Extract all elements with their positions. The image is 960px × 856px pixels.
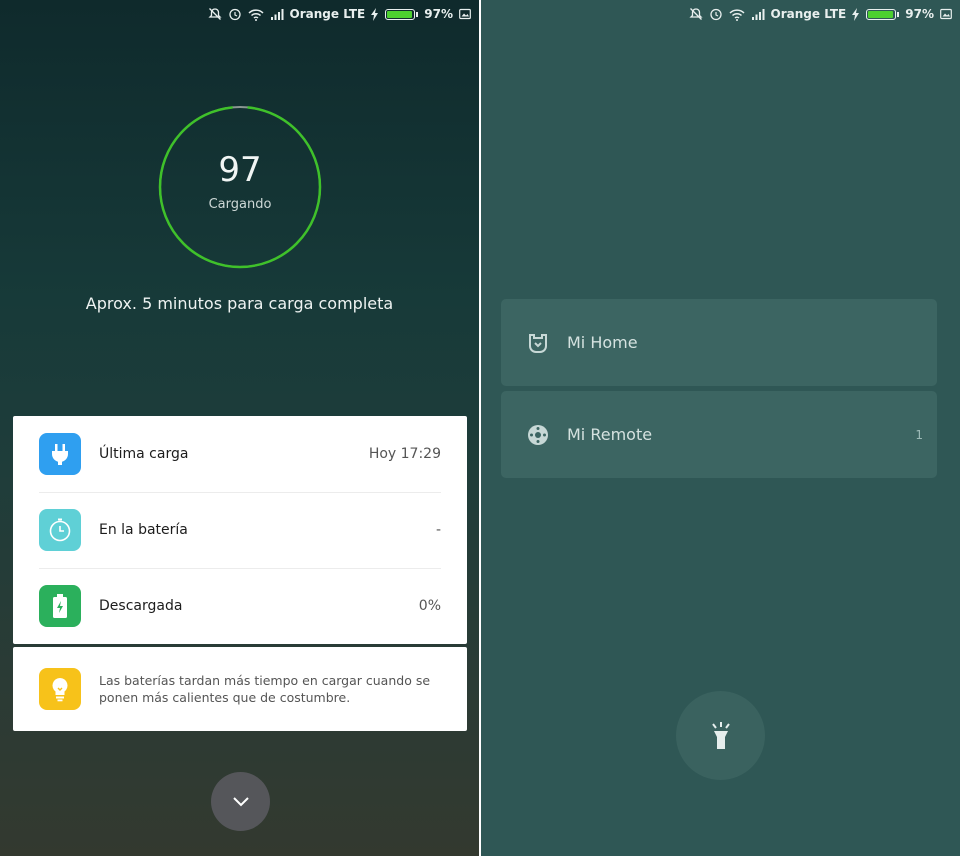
- timer-icon: [39, 509, 81, 551]
- shortcut-label: Mi Remote: [567, 425, 653, 444]
- shortcut-mi-home[interactable]: Mi Home: [501, 299, 937, 386]
- charging-screen: Orange LTE 97% 97 Cargando Aprox. 5 minu…: [0, 0, 479, 856]
- battery-icon: [39, 585, 81, 627]
- charging-bolt-icon: [852, 7, 860, 21]
- chevron-down-icon: [232, 796, 249, 806]
- info-label: Descargada: [99, 598, 183, 614]
- alarm-icon: [709, 8, 722, 21]
- status-bar: Orange LTE 97%: [481, 0, 960, 28]
- tip-text: Las baterías tardan más tiempo en cargar…: [99, 673, 431, 705]
- mute-icon: [207, 8, 222, 20]
- charge-status: Cargando: [208, 197, 272, 212]
- mi-remote-icon: [527, 424, 549, 446]
- battery-percent: 97%: [905, 7, 934, 21]
- lockscreen-shortcuts-screen: Orange LTE 97% Mi Home Mi Remote 1: [481, 0, 960, 856]
- battery-indicator: [866, 8, 900, 20]
- battery-indicator: [385, 8, 419, 20]
- signal-icon: [751, 9, 765, 20]
- info-label: En la batería: [99, 522, 188, 538]
- mute-icon: [688, 8, 703, 20]
- signal-icon: [270, 9, 284, 20]
- carrier-label: Orange LTE: [770, 7, 847, 21]
- carrier-label: Orange LTE: [289, 7, 366, 21]
- mi-home-icon: [527, 332, 549, 354]
- info-value: -: [435, 522, 441, 538]
- info-label: Última carga: [99, 446, 189, 462]
- lightbulb-icon: [39, 668, 81, 710]
- plug-icon: [39, 433, 81, 475]
- alarm-icon: [228, 8, 241, 21]
- screenshot-icon: [459, 8, 471, 20]
- charging-bolt-icon: [371, 7, 379, 21]
- info-row-last-charge[interactable]: Última carga Hoy 17:29: [13, 416, 467, 492]
- shortcut-mi-remote[interactable]: Mi Remote 1: [501, 391, 937, 478]
- info-value: Hoy 17:29: [368, 446, 441, 462]
- flashlight-button[interactable]: [676, 691, 765, 780]
- wifi-icon: [248, 8, 264, 21]
- battery-percent: 97%: [424, 7, 453, 21]
- battery-info-card: Última carga Hoy 17:29 En la batería - D…: [13, 416, 467, 644]
- info-row-discharged[interactable]: Descargada 0%: [13, 568, 467, 644]
- screenshot-icon: [940, 8, 952, 20]
- status-bar: Orange LTE 97%: [0, 0, 479, 28]
- shortcut-badge: 1: [915, 427, 923, 442]
- battery-tip-card[interactable]: Las baterías tardan más tiempo en cargar…: [13, 647, 467, 731]
- info-value: 0%: [418, 598, 441, 614]
- shortcut-label: Mi Home: [567, 333, 638, 352]
- expand-button[interactable]: [211, 772, 270, 831]
- flashlight-icon: [711, 721, 730, 749]
- wifi-icon: [729, 8, 745, 21]
- info-row-on-battery[interactable]: En la batería -: [13, 492, 467, 568]
- charge-level: 97: [218, 150, 262, 190]
- charge-eta: Aprox. 5 minutos para carga completa: [85, 294, 394, 313]
